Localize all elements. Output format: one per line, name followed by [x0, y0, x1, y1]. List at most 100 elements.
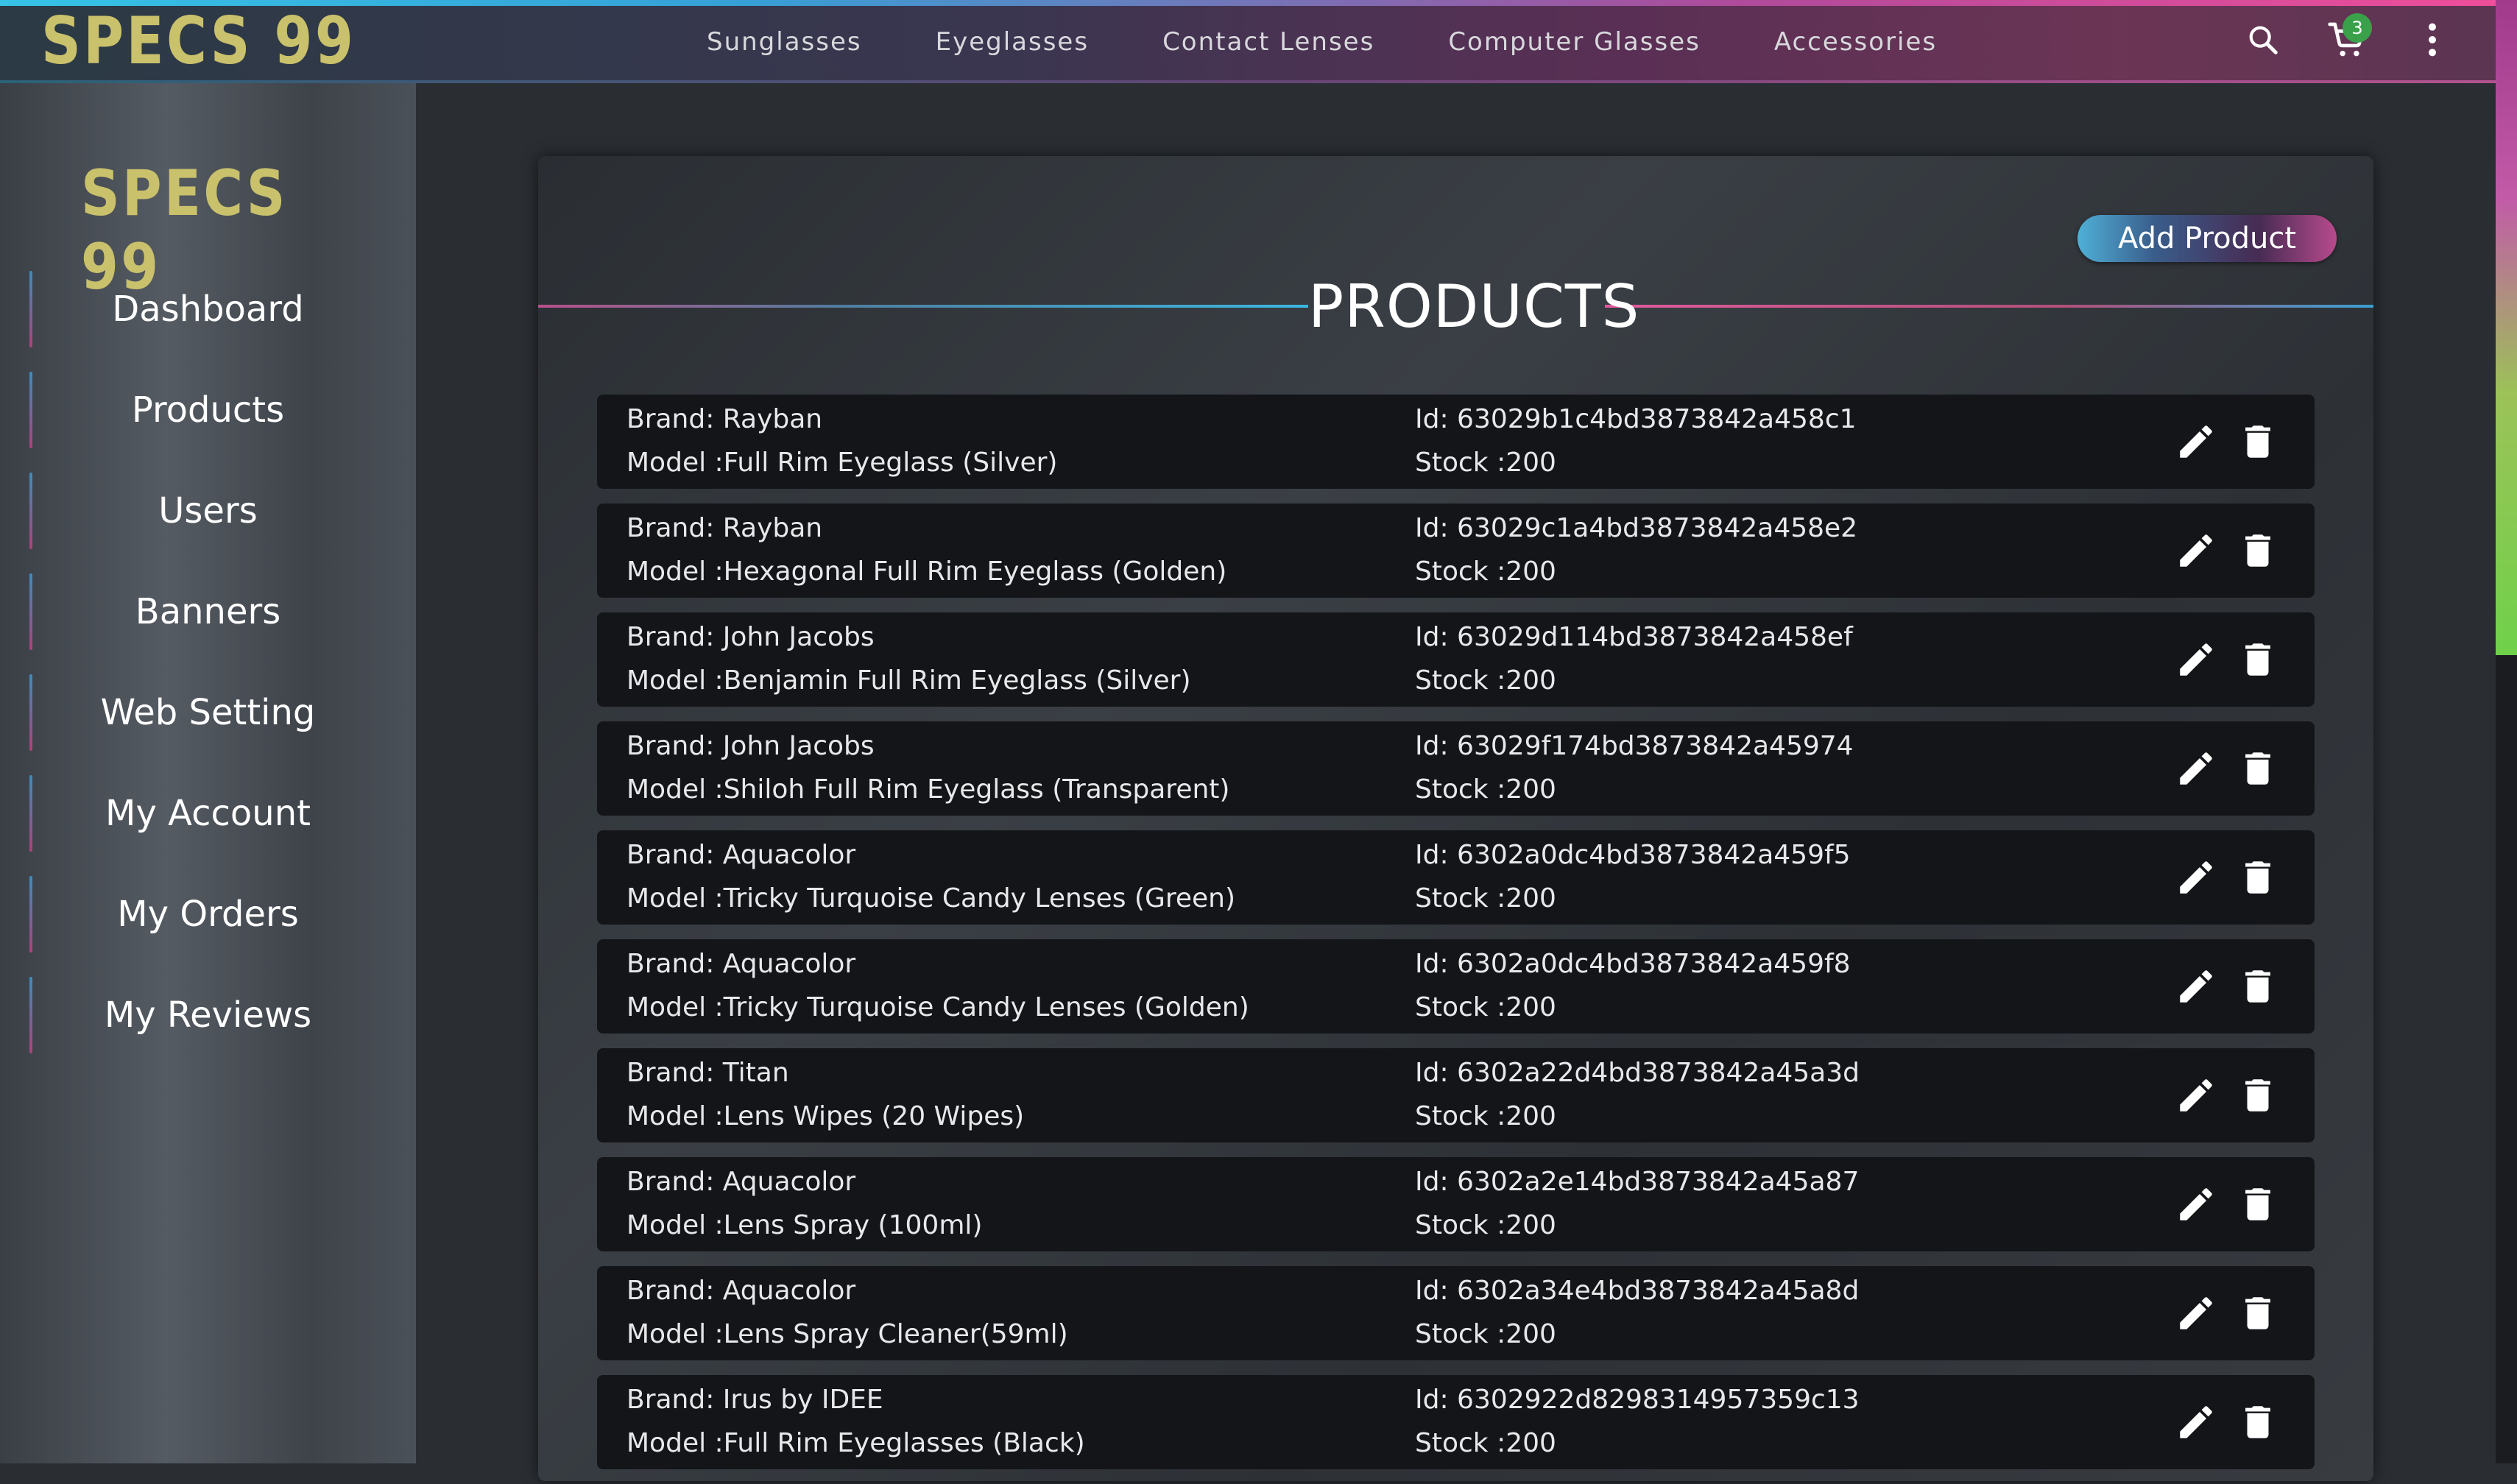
- trash-icon: [2245, 534, 2270, 567]
- delete-button[interactable]: [2234, 1399, 2281, 1446]
- cart-count-badge: 3: [2343, 13, 2372, 43]
- delete-button[interactable]: [2234, 636, 2281, 683]
- edit-button[interactable]: [2172, 527, 2220, 574]
- product-model: Model :Benjamin Full Rim Eyeglass (Silve…: [626, 665, 1191, 696]
- product-brand: Brand: John Jacobs: [626, 731, 875, 761]
- delete-button[interactable]: [2234, 418, 2281, 465]
- product-stock: Stock :200: [1415, 992, 1556, 1022]
- page-title: PRODUCTS: [1308, 272, 1640, 341]
- product-model: Model :Lens Spray (100ml): [626, 1210, 983, 1240]
- delete-button[interactable]: [2234, 854, 2281, 901]
- sidebar-item-my-account[interactable]: My Account: [29, 775, 386, 852]
- edit-pencil-icon: [2180, 1406, 2212, 1438]
- product-stock: Stock :200: [1415, 1101, 1556, 1131]
- delete-button[interactable]: [2234, 1072, 2281, 1119]
- search-button[interactable]: [2239, 16, 2287, 63]
- product-list: Brand: Rayban Model :Full Rim Eyeglass (…: [597, 395, 2315, 1484]
- product-row: Brand: Aquacolor Model :Lens Spray Clean…: [597, 1266, 2315, 1360]
- more-vertical-icon: [2429, 23, 2436, 57]
- product-stock: Stock :200: [1415, 883, 1556, 914]
- delete-button[interactable]: [2234, 745, 2281, 792]
- product-brand: Brand: Titan: [626, 1058, 789, 1088]
- sidebar-item-products[interactable]: Products: [29, 372, 386, 448]
- edit-button[interactable]: [2172, 636, 2220, 683]
- product-brand: Brand: Aquacolor: [626, 840, 856, 870]
- product-model: Model :Full Rim Eyeglass (Silver): [626, 448, 1058, 478]
- edit-button[interactable]: [2172, 745, 2220, 792]
- product-model: Model :Lens Wipes (20 Wipes): [626, 1101, 1025, 1131]
- sidebar-item-label: My Reviews: [104, 994, 312, 1036]
- product-brand: Brand: Aquacolor: [626, 949, 856, 979]
- product-model: Model :Shiloh Full Rim Eyeglass (Transpa…: [626, 774, 1230, 805]
- scrollbar-thumb[interactable]: [2496, 0, 2517, 655]
- sidebar-item-web-setting[interactable]: Web Setting: [29, 674, 386, 751]
- edit-button[interactable]: [2172, 1072, 2220, 1119]
- product-id: Id: 63029b1c4bd3873842a458c1: [1415, 404, 1857, 434]
- product-brand: Brand: Rayban: [626, 513, 823, 543]
- product-id: Id: 6302a2e14bd3873842a45a87: [1415, 1167, 1860, 1197]
- product-model: Model :Tricky Turquoise Candy Lenses (Go…: [626, 992, 1249, 1022]
- nav-computer-glasses[interactable]: Computer Glasses: [1448, 27, 1701, 57]
- delete-button[interactable]: [2234, 527, 2281, 574]
- product-id: Id: 63029f174bd3873842a45974: [1415, 731, 1854, 761]
- product-row: Brand: Rayban Model :Full Rim Eyeglass (…: [597, 395, 2315, 489]
- trash-icon: [2245, 425, 2270, 458]
- edit-button[interactable]: [2172, 1399, 2220, 1446]
- delete-button[interactable]: [2234, 963, 2281, 1010]
- product-brand: Brand: Rayban: [626, 404, 823, 434]
- product-stock: Stock :200: [1415, 774, 1556, 805]
- edit-button[interactable]: [2172, 1290, 2220, 1337]
- edit-pencil-icon: [2180, 970, 2212, 1003]
- title-divider-right: [1605, 305, 2373, 308]
- sidebar-item-label: My Account: [105, 793, 311, 834]
- product-stock: Stock :200: [1415, 556, 1556, 587]
- product-brand: Brand: Irus by IDEE: [626, 1385, 883, 1415]
- sidebar-item-users[interactable]: Users: [29, 473, 386, 549]
- nav-accessories[interactable]: Accessories: [1774, 27, 1937, 57]
- trash-icon: [2245, 970, 2270, 1003]
- product-row: Brand: John Jacobs Model :Benjamin Full …: [597, 612, 2315, 707]
- main-nav: Sunglasses Eyeglasses Contact Lenses Com…: [707, 0, 2011, 83]
- product-row: Brand: Titan Model :Lens Wipes (20 Wipes…: [597, 1048, 2315, 1142]
- trash-icon: [2245, 752, 2270, 785]
- edit-button[interactable]: [2172, 854, 2220, 901]
- cart-button[interactable]: 3: [2323, 13, 2372, 63]
- sidebar-item-dashboard[interactable]: Dashboard: [29, 271, 386, 347]
- product-stock: Stock :200: [1415, 1319, 1556, 1349]
- product-model: Model :Tricky Turquoise Candy Lenses (Gr…: [626, 883, 1236, 914]
- sidebar-item-my-reviews[interactable]: My Reviews: [29, 977, 386, 1053]
- product-stock: Stock :200: [1415, 665, 1556, 696]
- product-row: Brand: Rayban Model :Hexagonal Full Rim …: [597, 504, 2315, 598]
- product-id: Id: 6302a34e4bd3873842a45a8d: [1415, 1276, 1860, 1306]
- product-id: Id: 6302922d8298314957359c13: [1415, 1385, 1860, 1415]
- product-model: Model :Full Rim Eyeglasses (Black): [626, 1428, 1085, 1458]
- product-brand: Brand: Aquacolor: [626, 1167, 856, 1197]
- product-model: Model :Hexagonal Full Rim Eyeglass (Gold…: [626, 556, 1227, 587]
- sidebar: SPECS 99 Dashboard Products Users Banner…: [0, 83, 416, 1463]
- search-icon: [2249, 26, 2278, 54]
- nav-eyeglasses[interactable]: Eyeglasses: [936, 27, 1089, 57]
- brand-logo[interactable]: SPECS 99: [41, 4, 356, 78]
- sidebar-item-banners[interactable]: Banners: [29, 573, 386, 650]
- sidebar-item-label: Products: [131, 389, 285, 431]
- sidebar-item-my-orders[interactable]: My Orders: [29, 876, 386, 953]
- product-row: Brand: Aquacolor Model :Lens Spray (100m…: [597, 1157, 2315, 1251]
- edit-button[interactable]: [2172, 963, 2220, 1010]
- add-product-button[interactable]: Add Product: [2078, 215, 2337, 262]
- trash-icon: [2245, 643, 2270, 676]
- delete-button[interactable]: [2234, 1290, 2281, 1337]
- product-stock: Stock :200: [1415, 1210, 1556, 1240]
- trash-icon: [2245, 1406, 2270, 1438]
- sidebar-item-label: Web Setting: [100, 692, 316, 733]
- edit-button[interactable]: [2172, 1181, 2220, 1228]
- page-scrollbar[interactable]: [2496, 0, 2517, 1463]
- nav-sunglasses[interactable]: Sunglasses: [707, 27, 862, 57]
- edit-button[interactable]: [2172, 418, 2220, 465]
- nav-contact-lenses[interactable]: Contact Lenses: [1162, 27, 1374, 57]
- delete-button[interactable]: [2234, 1181, 2281, 1228]
- product-id: Id: 6302a0dc4bd3873842a459f5: [1415, 840, 1851, 870]
- more-menu-button[interactable]: [2409, 16, 2456, 63]
- product-id: Id: 63029c1a4bd3873842a458e2: [1415, 513, 1858, 543]
- product-id: Id: 6302a0dc4bd3873842a459f8: [1415, 949, 1851, 979]
- product-row: Brand: Aquacolor Model :Tricky Turquoise…: [597, 830, 2315, 925]
